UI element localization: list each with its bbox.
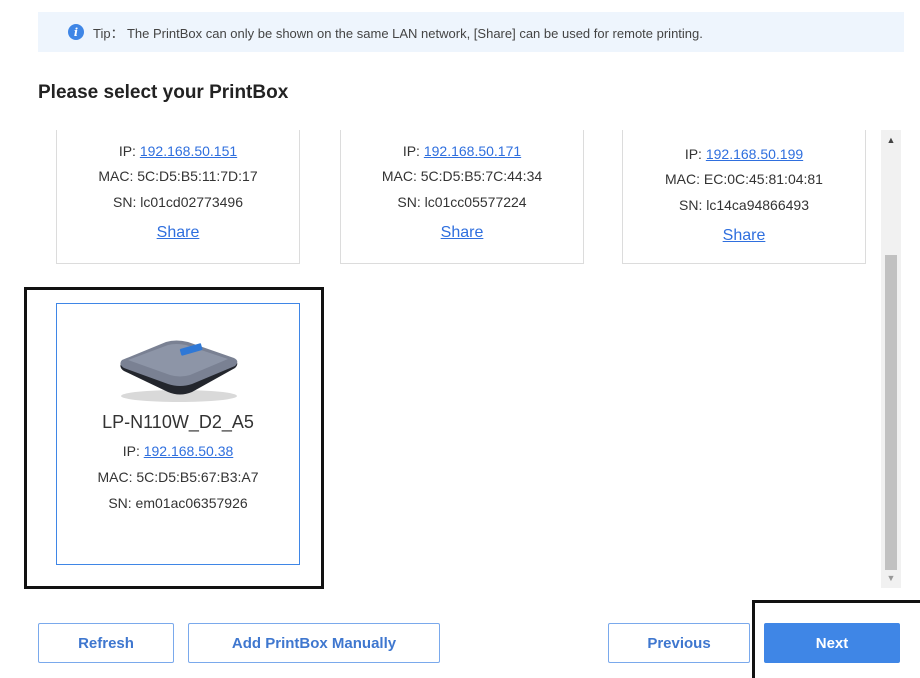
mac-address: MAC: 5C:D5:B5:67:B3:A7: [97, 469, 259, 485]
share-link[interactable]: Share: [441, 224, 484, 241]
printbox-card-selected[interactable]: LP-N110W_D2_A5 IP: 192.168.50.38 MAC: 5C…: [56, 303, 300, 565]
info-icon: i: [68, 24, 84, 40]
ip-link[interactable]: 192.168.50.151: [140, 143, 237, 159]
serial-number: SN: em01ac06357926: [108, 495, 248, 511]
add-printbox-manually-button[interactable]: Add PrintBox Manually: [188, 623, 440, 663]
printbox-card[interactable]: IP: 192.168.50.151 MAC: 5C:D5:B5:11:7D:1…: [56, 130, 300, 264]
scroll-down-arrow-icon[interactable]: ▼: [881, 570, 901, 586]
printbox-card[interactable]: IP: 192.168.50.171 MAC: 5C:D5:B5:7C:44:3…: [340, 130, 584, 264]
printbox-device-image: [120, 340, 238, 402]
scroll-thumb[interactable]: [885, 255, 897, 570]
page-title: Please select your PrintBox: [38, 82, 289, 103]
ip-link[interactable]: 192.168.50.171: [424, 143, 521, 159]
ip-link[interactable]: 192.168.50.38: [144, 443, 234, 459]
tip-text: Tip： The PrintBox can only be shown on t…: [93, 25, 703, 41]
scroll-up-arrow-icon[interactable]: ▲: [881, 132, 901, 148]
share-link[interactable]: Share: [157, 224, 200, 241]
device-name: LP-N110W_D2_A5: [102, 412, 254, 432]
next-highlight-frame: [752, 600, 920, 678]
scrollbar[interactable]: ▲ ▼: [881, 130, 901, 588]
mac-address: MAC: 5C:D5:B5:7C:44:34: [381, 168, 543, 184]
share-link[interactable]: Share: [723, 227, 766, 244]
serial-number: SN: lc14ca94866493: [679, 197, 809, 213]
serial-number: SN: lc01cd02773496: [113, 194, 243, 210]
ip-link[interactable]: 192.168.50.199: [706, 146, 803, 162]
serial-number: SN: lc01cc05577224: [397, 194, 527, 210]
refresh-button[interactable]: Refresh: [38, 623, 174, 663]
mac-address: MAC: EC:0C:45:81:04:81: [665, 171, 823, 187]
previous-button[interactable]: Previous: [608, 623, 750, 663]
tip-banner: i Tip： The PrintBox can only be shown on…: [38, 12, 904, 52]
printbox-card[interactable]: IP: 192.168.50.199 MAC: EC:0C:45:81:04:8…: [622, 130, 866, 264]
mac-address: MAC: 5C:D5:B5:11:7D:17: [98, 168, 258, 184]
